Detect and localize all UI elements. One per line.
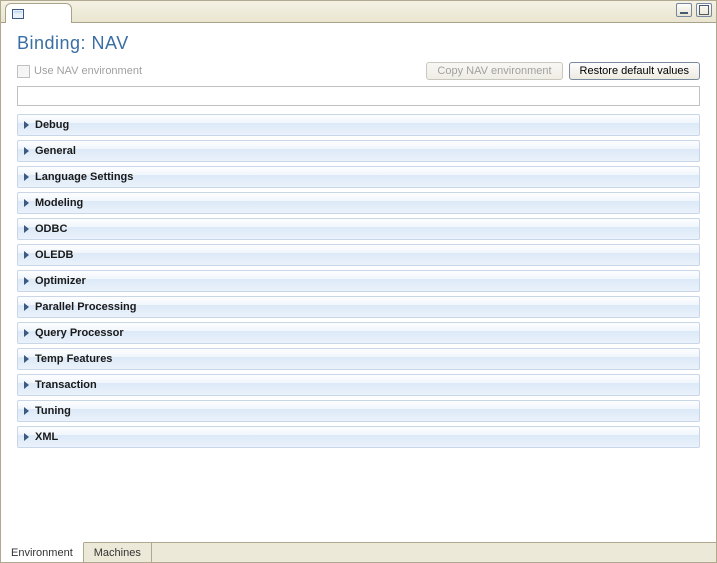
section-label: General <box>35 145 76 157</box>
expand-icon <box>24 329 29 337</box>
section-label: Temp Features <box>35 353 112 365</box>
expand-icon <box>24 277 29 285</box>
editor-window: NAV × Binding: NAV Use NAV environment C… <box>0 0 717 563</box>
editor-tab-label: NAV <box>28 8 50 20</box>
bottom-tab-bar: Environment Machines <box>1 542 716 562</box>
window-controls <box>676 3 712 17</box>
section-transaction[interactable]: Transaction <box>17 374 700 396</box>
expand-icon <box>24 381 29 389</box>
section-label: Language Settings <box>35 171 133 183</box>
tab-environment[interactable]: Environment <box>1 542 84 562</box>
section-label: OLEDB <box>35 249 74 261</box>
section-optimizer[interactable]: Optimizer <box>17 270 700 292</box>
section-label: Optimizer <box>35 275 86 287</box>
section-oledb[interactable]: OLEDB <box>17 244 700 266</box>
section-label: Parallel Processing <box>35 301 137 313</box>
section-language-settings[interactable]: Language Settings <box>17 166 700 188</box>
use-nav-env-checkbox[interactable]: Use NAV environment <box>17 65 142 78</box>
section-label: Tuning <box>35 405 71 417</box>
editor-view: Binding: NAV Use NAV environment Copy NA… <box>1 23 716 562</box>
page-header: Binding: NAV <box>1 23 716 58</box>
content-spacer <box>1 452 716 542</box>
section-temp-features[interactable]: Temp Features <box>17 348 700 370</box>
top-tab-bar: NAV × <box>1 1 716 23</box>
close-icon[interactable]: × <box>54 7 65 21</box>
minimize-button[interactable] <box>676 3 692 17</box>
section-general[interactable]: General <box>17 140 700 162</box>
section-xml[interactable]: XML <box>17 426 700 448</box>
section-parallel-processing[interactable]: Parallel Processing <box>17 296 700 318</box>
file-icon <box>12 9 24 19</box>
expand-icon <box>24 225 29 233</box>
expand-icon <box>24 355 29 363</box>
expand-icon <box>24 199 29 207</box>
expand-icon <box>24 303 29 311</box>
expand-icon <box>24 407 29 415</box>
copy-nav-env-button: Copy NAV environment <box>426 62 562 80</box>
section-modeling[interactable]: Modeling <box>17 192 700 214</box>
restore-defaults-button[interactable]: Restore default values <box>569 62 700 80</box>
section-odbc[interactable]: ODBC <box>17 218 700 240</box>
page-title: Binding: NAV <box>17 33 700 54</box>
maximize-button[interactable] <box>696 3 712 17</box>
section-query-processor[interactable]: Query Processor <box>17 322 700 344</box>
checkbox-label: Use NAV environment <box>34 65 142 77</box>
section-label: Transaction <box>35 379 97 391</box>
expand-icon <box>24 433 29 441</box>
section-list: Debug General Language Settings Modeling… <box>17 114 700 452</box>
editor-tab-nav[interactable]: NAV × <box>5 3 72 23</box>
expand-icon <box>24 251 29 259</box>
section-label: Query Processor <box>35 327 124 339</box>
expand-icon <box>24 147 29 155</box>
section-label: Modeling <box>35 197 83 209</box>
tab-machines[interactable]: Machines <box>84 543 152 562</box>
expand-icon <box>24 173 29 181</box>
section-debug[interactable]: Debug <box>17 114 700 136</box>
section-label: Debug <box>35 119 69 131</box>
filter-input[interactable] <box>17 86 700 106</box>
checkbox-icon <box>17 65 30 78</box>
section-tuning[interactable]: Tuning <box>17 400 700 422</box>
toolbar: Use NAV environment Copy NAV environment… <box>1 58 716 86</box>
section-label: XML <box>35 431 58 443</box>
bottom-tab-label: Environment <box>11 547 73 559</box>
expand-icon <box>24 121 29 129</box>
section-label: ODBC <box>35 223 67 235</box>
bottom-tab-label: Machines <box>94 547 141 559</box>
